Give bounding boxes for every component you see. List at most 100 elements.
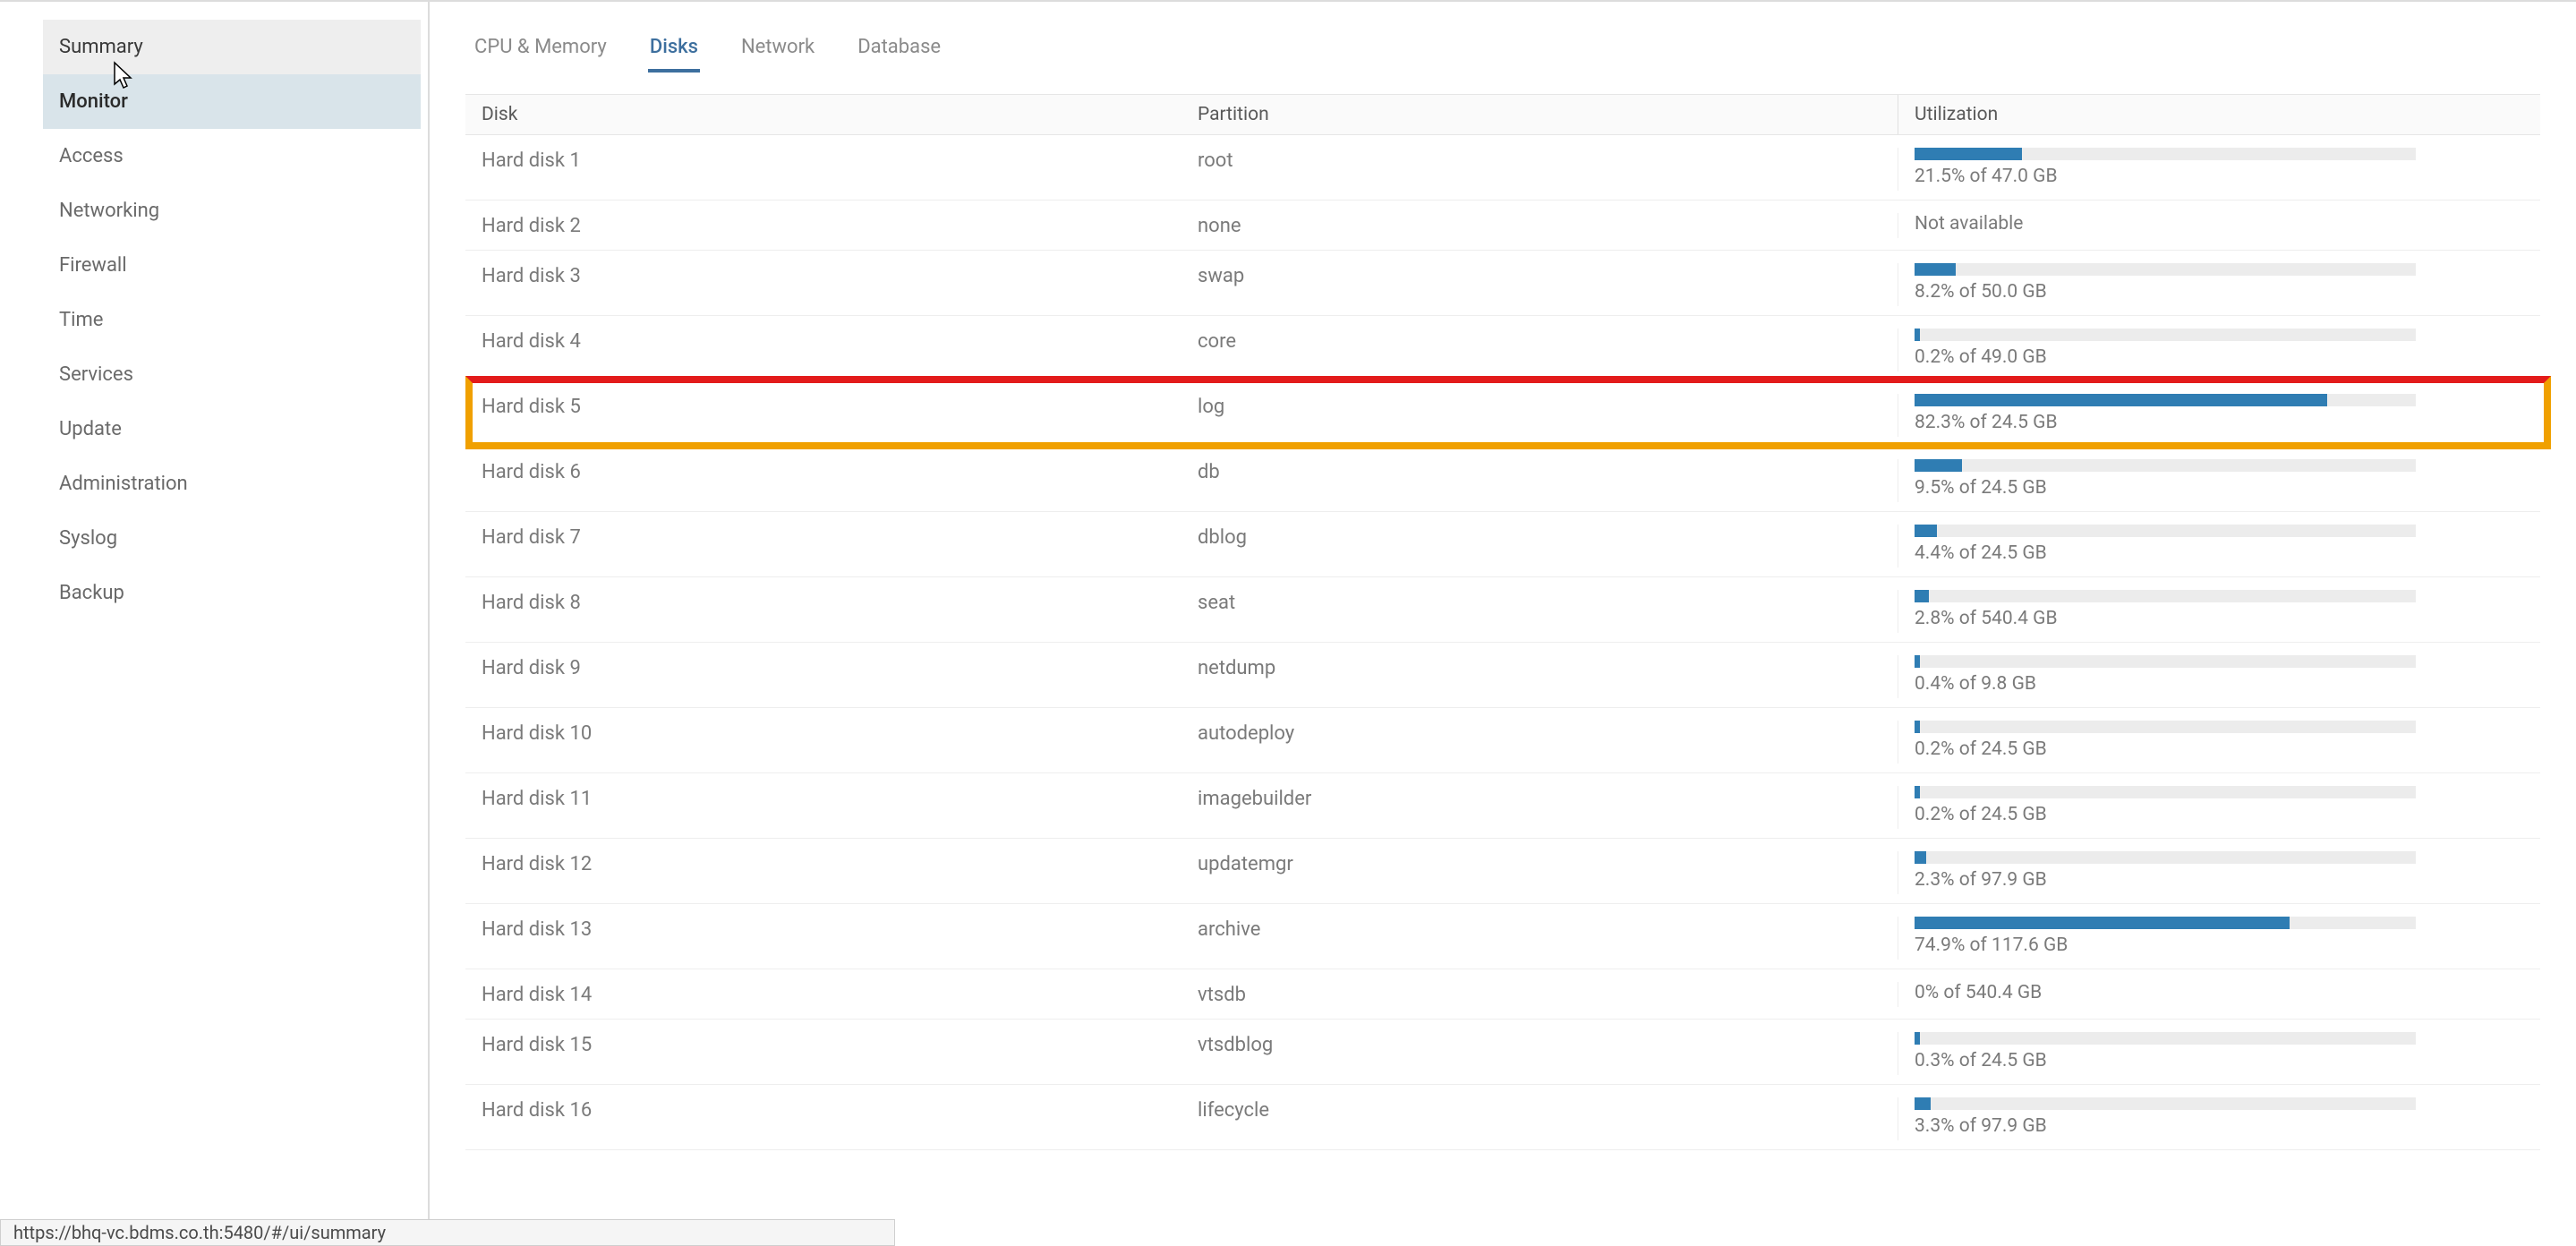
utilization-text: 3.3% of 97.9 GB bbox=[1915, 1115, 2524, 1137]
utilization-bar-fill bbox=[1915, 459, 1962, 472]
utilization-text: 8.2% of 50.0 GB bbox=[1915, 281, 2524, 303]
partition-name: updatemgr bbox=[1181, 851, 1898, 879]
partition-name: core bbox=[1181, 329, 1898, 356]
partition-name: swap bbox=[1181, 263, 1898, 291]
partition-name: archive bbox=[1181, 917, 1898, 944]
table-row[interactable]: Hard disk 16lifecycle 3.3% of 97.9 GB bbox=[465, 1085, 2540, 1150]
utilization-cell: 3.3% of 97.9 GB bbox=[1898, 1097, 2540, 1140]
utilization-text: 0% of 540.4 GB bbox=[1915, 982, 2524, 1003]
utilization-bar-fill bbox=[1915, 1032, 1920, 1045]
column-header-disk[interactable]: Disk bbox=[465, 95, 1181, 134]
table-row[interactable]: Hard disk 7dblog4.4% of 24.5 GB bbox=[465, 512, 2540, 577]
table-row[interactable]: Hard disk 12updatemgr2.3% of 97.9 GB bbox=[465, 839, 2540, 904]
disk-name: Hard disk 7 bbox=[465, 525, 1181, 552]
table-row[interactable]: Hard disk 14vtsdb 0% of 540.4 GB bbox=[465, 969, 2540, 1020]
utilization-cell: 0% of 540.4 GB bbox=[1898, 982, 2540, 1007]
sidebar-item-summary[interactable]: Summary bbox=[43, 20, 421, 74]
utilization-cell: 8.2% of 50.0 GB bbox=[1898, 263, 2540, 306]
utilization-bar-fill bbox=[1915, 917, 2290, 929]
utilization-bar-fill bbox=[1915, 525, 1937, 537]
utilization-text: 0.3% of 24.5 GB bbox=[1915, 1050, 2524, 1071]
utilization-bar-fill bbox=[1915, 394, 2327, 406]
disk-name: Hard disk 6 bbox=[465, 459, 1181, 487]
utilization-bar bbox=[1915, 148, 2416, 160]
utilization-cell: 82.3% of 24.5 GB bbox=[1898, 394, 2540, 437]
table-row[interactable]: Hard disk 5log82.3% of 24.5 GB bbox=[465, 381, 2540, 447]
utilization-bar-fill bbox=[1915, 1097, 1931, 1110]
partition-name: vtsdb bbox=[1181, 982, 1898, 1010]
partition-name: dblog bbox=[1181, 525, 1898, 552]
disk-name: Hard disk 4 bbox=[465, 329, 1181, 356]
utilization-cell: 74.9% of 117.6 GB bbox=[1898, 917, 2540, 960]
disk-name: Hard disk 8 bbox=[465, 590, 1181, 618]
utilization-cell: Not available bbox=[1898, 213, 2540, 238]
table-row[interactable]: Hard disk 10autodeploy0.2% of 24.5 GB bbox=[465, 708, 2540, 773]
utilization-text: 0.4% of 9.8 GB bbox=[1915, 673, 2524, 695]
partition-name: lifecycle bbox=[1181, 1097, 1898, 1125]
sidebar-item-monitor[interactable]: Monitor bbox=[43, 74, 421, 129]
utilization-text: 0.2% of 24.5 GB bbox=[1915, 804, 2524, 825]
table-row[interactable]: Hard disk 9netdump 0.4% of 9.8 GB bbox=[465, 643, 2540, 708]
utilization-bar bbox=[1915, 1097, 2416, 1110]
sidebar-item-syslog[interactable]: Syslog bbox=[43, 511, 421, 566]
partition-name: seat bbox=[1181, 590, 1898, 618]
sidebar-item-access[interactable]: Access bbox=[43, 129, 421, 183]
sidebar: SummaryMonitorAccessNetworkingFirewallTi… bbox=[0, 2, 430, 1246]
column-header-partition[interactable]: Partition bbox=[1181, 95, 1898, 134]
utilization-cell: 2.8% of 540.4 GB bbox=[1898, 590, 2540, 633]
sidebar-item-update[interactable]: Update bbox=[43, 402, 421, 457]
disk-name: Hard disk 14 bbox=[465, 982, 1181, 1010]
sidebar-item-backup[interactable]: Backup bbox=[43, 566, 421, 620]
tab-database[interactable]: Database bbox=[856, 30, 943, 73]
utilization-cell: 9.5% of 24.5 GB bbox=[1898, 459, 2540, 502]
main-content: CPU & Memory Disks Network Database Disk Pa… bbox=[430, 2, 2576, 1246]
disk-name: Hard disk 3 bbox=[465, 263, 1181, 291]
disk-name: Hard disk 12 bbox=[465, 851, 1181, 879]
sidebar-item-firewall[interactable]: Firewall bbox=[43, 238, 421, 293]
utilization-text: 82.3% of 24.5 GB bbox=[1915, 412, 2524, 433]
tab-cpu-memory[interactable]: CPU & Memory bbox=[473, 30, 609, 73]
table-row[interactable]: Hard disk 1root21.5% of 47.0 GB bbox=[465, 135, 2540, 201]
utilization-bar-fill bbox=[1915, 655, 1920, 668]
utilization-bar-fill bbox=[1915, 590, 1929, 602]
utilization-bar-fill bbox=[1915, 329, 1920, 341]
disks-table: Disk Partition Utilization Hard disk 1ro… bbox=[465, 94, 2540, 1150]
tab-disks[interactable]: Disks bbox=[648, 30, 700, 73]
table-row[interactable]: Hard disk 4core0.2% of 49.0 GB bbox=[465, 316, 2540, 381]
disk-name: Hard disk 16 bbox=[465, 1097, 1181, 1125]
table-row[interactable]: Hard disk 11imagebuilder0.2% of 24.5 GB bbox=[465, 773, 2540, 839]
table-row[interactable]: Hard disk 3swap 8.2% of 50.0 GB bbox=[465, 251, 2540, 316]
tab-network[interactable]: Network bbox=[739, 30, 816, 73]
table-row[interactable]: Hard disk 15vtsdblog0.3% of 24.5 GB bbox=[465, 1020, 2540, 1085]
utilization-bar bbox=[1915, 590, 2416, 602]
utilization-bar bbox=[1915, 263, 2416, 276]
sidebar-item-networking[interactable]: Networking bbox=[43, 183, 421, 238]
partition-name: imagebuilder bbox=[1181, 786, 1898, 814]
partition-name: autodeploy bbox=[1181, 721, 1898, 748]
utilization-bar bbox=[1915, 525, 2416, 537]
utilization-text: 2.8% of 540.4 GB bbox=[1915, 608, 2524, 629]
table-header: Disk Partition Utilization bbox=[465, 94, 2540, 135]
disk-name: Hard disk 13 bbox=[465, 917, 1181, 944]
utilization-bar bbox=[1915, 721, 2416, 733]
utilization-cell: 0.4% of 9.8 GB bbox=[1898, 655, 2540, 698]
sidebar-item-time[interactable]: Time bbox=[43, 293, 421, 347]
utilization-cell: 0.3% of 24.5 GB bbox=[1898, 1032, 2540, 1075]
utilization-bar bbox=[1915, 459, 2416, 472]
table-row[interactable]: Hard disk 6db9.5% of 24.5 GB bbox=[465, 447, 2540, 512]
sidebar-item-administration[interactable]: Administration bbox=[43, 457, 421, 511]
column-header-utilization[interactable]: Utilization bbox=[1898, 95, 2540, 134]
sidebar-item-services[interactable]: Services bbox=[43, 347, 421, 402]
utilization-text: 74.9% of 117.6 GB bbox=[1915, 934, 2524, 956]
utilization-bar bbox=[1915, 851, 2416, 864]
utilization-bar-fill bbox=[1915, 263, 1956, 276]
utilization-text: Not available bbox=[1915, 213, 2524, 235]
table-row[interactable]: Hard disk 2noneNot available bbox=[465, 201, 2540, 251]
status-bar-url: https://bhq-vc.bdms.co.th:5480/#/ui/summ… bbox=[0, 1219, 895, 1246]
partition-name: netdump bbox=[1181, 655, 1898, 683]
table-row[interactable]: Hard disk 8seat 2.8% of 540.4 GB bbox=[465, 577, 2540, 643]
disk-name: Hard disk 9 bbox=[465, 655, 1181, 683]
utilization-cell: 0.2% of 24.5 GB bbox=[1898, 786, 2540, 829]
disk-name: Hard disk 2 bbox=[465, 213, 1181, 241]
table-row[interactable]: Hard disk 13archive 74.9% of 117.6 GB bbox=[465, 904, 2540, 969]
